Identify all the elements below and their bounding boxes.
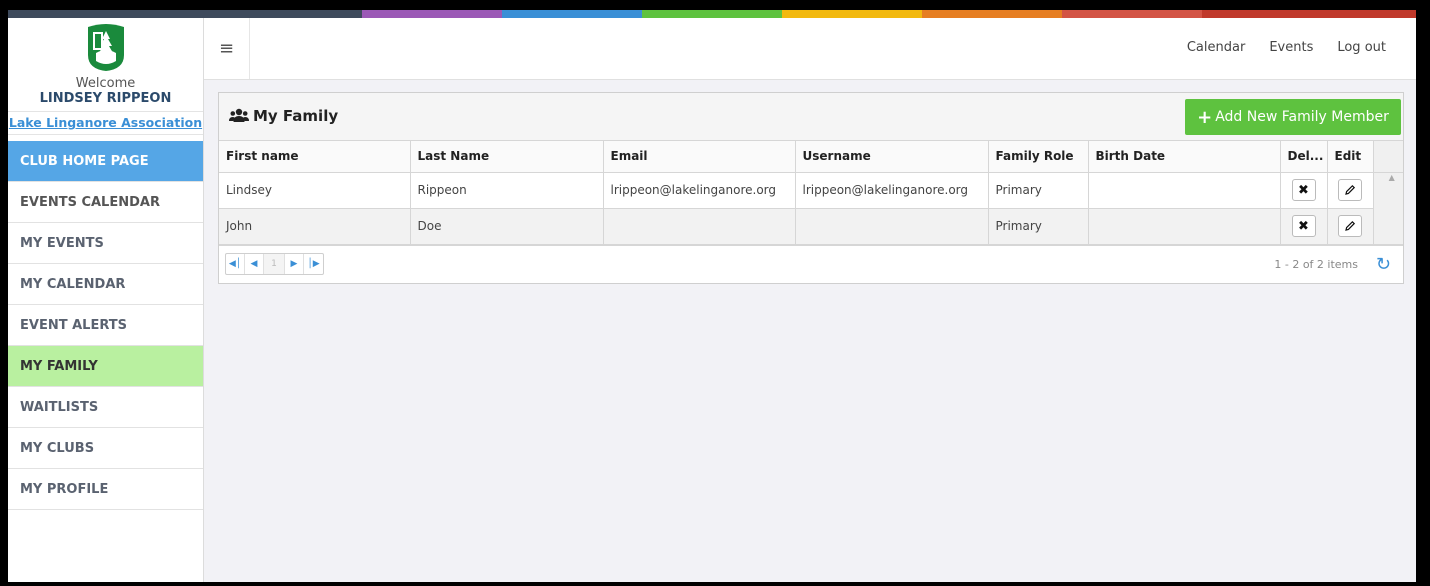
sidebar-item-my-events[interactable]: MY EVENTS bbox=[8, 223, 203, 264]
table-header-row: First name Last Name Email Username Fami… bbox=[219, 141, 1403, 173]
refresh-icon[interactable]: ↻ bbox=[1376, 254, 1391, 275]
first-page-icon[interactable]: ◀│ bbox=[226, 253, 245, 274]
cell-first-name: Lindsey bbox=[219, 172, 411, 209]
vertical-scrollbar[interactable]: ▲ bbox=[1373, 172, 1403, 245]
column-header-first-name[interactable]: First name bbox=[219, 141, 411, 173]
table-row[interactable]: Lindsey Rippeon lrippeon@lakelinganore.o… bbox=[219, 172, 1403, 245]
club-link[interactable]: Lake Linganore Association bbox=[8, 111, 203, 135]
sidebar: Welcome LINDSEY RIPPEON Lake Linganore A… bbox=[8, 18, 204, 582]
club-logo[interactable] bbox=[8, 18, 203, 77]
sidebar-item-my-family[interactable]: MY FAMILY bbox=[8, 346, 203, 387]
next-page-icon[interactable]: ▶ bbox=[285, 253, 304, 274]
top-nav: Calendar Events Log out bbox=[1187, 40, 1386, 55]
sidebar-item-my-profile[interactable]: MY PROFILE bbox=[8, 469, 203, 510]
panel-title: My Family bbox=[229, 107, 338, 125]
cell-username: lrippeon@lakelinganore.org bbox=[795, 172, 989, 209]
pager-buttons: ◀│ ◀ 1 ▶ │▶ bbox=[225, 252, 324, 275]
top-link-events[interactable]: Events bbox=[1269, 40, 1313, 55]
prev-page-icon[interactable]: ◀ bbox=[245, 253, 264, 274]
family-panel: My Family + Add New Family Member First … bbox=[218, 92, 1404, 284]
cell-email bbox=[603, 208, 796, 245]
color-strip bbox=[8, 10, 1416, 18]
sidebar-item-events-calendar[interactable]: EVENTS CALENDAR bbox=[8, 182, 203, 223]
cell-username bbox=[795, 208, 989, 245]
panel-header: My Family + Add New Family Member bbox=[219, 93, 1403, 141]
top-bar: ≡ Calendar Events Log out bbox=[204, 18, 1416, 80]
column-header-username[interactable]: Username bbox=[795, 141, 989, 173]
header-scroll-gutter bbox=[1373, 141, 1403, 173]
column-header-family-role[interactable]: Family Role bbox=[988, 141, 1089, 173]
add-family-member-label: Add New Family Member bbox=[1215, 109, 1389, 125]
pager-info: 1 - 2 of 2 items bbox=[1274, 257, 1358, 271]
cell-edit bbox=[1327, 208, 1374, 245]
cell-delete: ✖ bbox=[1280, 172, 1328, 209]
family-table: First name Last Name Email Username Fami… bbox=[219, 141, 1403, 245]
column-header-delete[interactable]: Del... bbox=[1280, 141, 1328, 173]
delete-icon[interactable]: ✖ bbox=[1291, 215, 1316, 237]
top-link-log-out[interactable]: Log out bbox=[1337, 40, 1386, 55]
welcome-label: Welcome bbox=[75, 76, 136, 91]
users-icon bbox=[229, 108, 249, 122]
table-row[interactable]: John Doe Primary ✖ bbox=[219, 208, 1403, 245]
cell-birth-date bbox=[1088, 208, 1281, 245]
cell-family-role: Primary bbox=[988, 208, 1089, 245]
cell-birth-date bbox=[1088, 172, 1281, 209]
cell-last-name: Rippeon bbox=[410, 172, 604, 209]
add-family-member-button[interactable]: + Add New Family Member bbox=[1185, 99, 1401, 135]
column-header-birth-date[interactable]: Birth Date bbox=[1088, 141, 1281, 173]
plus-icon: + bbox=[1197, 106, 1213, 128]
cell-edit bbox=[1327, 172, 1374, 209]
edit-pencil-icon[interactable] bbox=[1338, 215, 1362, 237]
app-window: Welcome LINDSEY RIPPEON Lake Linganore A… bbox=[8, 10, 1416, 582]
hamburger-icon[interactable]: ≡ bbox=[204, 18, 250, 79]
sidebar-item-event-alerts[interactable]: EVENT ALERTS bbox=[8, 305, 203, 346]
last-page-icon[interactable]: │▶ bbox=[304, 254, 323, 274]
cell-first-name: John bbox=[219, 208, 411, 245]
sidebar-item-waitlists[interactable]: WAITLISTS bbox=[8, 387, 203, 428]
edit-pencil-icon[interactable] bbox=[1338, 179, 1362, 201]
delete-icon[interactable]: ✖ bbox=[1291, 179, 1316, 201]
sidebar-nav: CLUB HOME PAGE EVENTS CALENDAR MY EVENTS… bbox=[8, 141, 203, 510]
column-header-edit[interactable]: Edit bbox=[1327, 141, 1374, 173]
sidebar-item-club-home-page[interactable]: CLUB HOME PAGE bbox=[8, 141, 203, 182]
panel-title-text: My Family bbox=[253, 107, 339, 125]
top-link-calendar[interactable]: Calendar bbox=[1187, 40, 1245, 55]
cell-delete: ✖ bbox=[1280, 208, 1328, 245]
cell-email: lrippeon@lakelinganore.org bbox=[603, 172, 796, 209]
column-header-email[interactable]: Email bbox=[603, 141, 796, 173]
column-header-last-name[interactable]: Last Name bbox=[410, 141, 604, 173]
cell-last-name: Doe bbox=[410, 208, 604, 245]
sidebar-item-my-clubs[interactable]: MY CLUBS bbox=[8, 428, 203, 469]
pager: ◀│ ◀ 1 ▶ │▶ 1 - 2 of 2 items ↻ bbox=[219, 244, 1403, 281]
sidebar-item-my-calendar[interactable]: MY CALENDAR bbox=[8, 264, 203, 305]
club-logo-icon bbox=[87, 23, 124, 71]
cell-family-role: Primary bbox=[988, 172, 1089, 209]
current-page[interactable]: 1 bbox=[264, 253, 285, 274]
user-name: LINDSEY RIPPEON bbox=[39, 91, 172, 106]
